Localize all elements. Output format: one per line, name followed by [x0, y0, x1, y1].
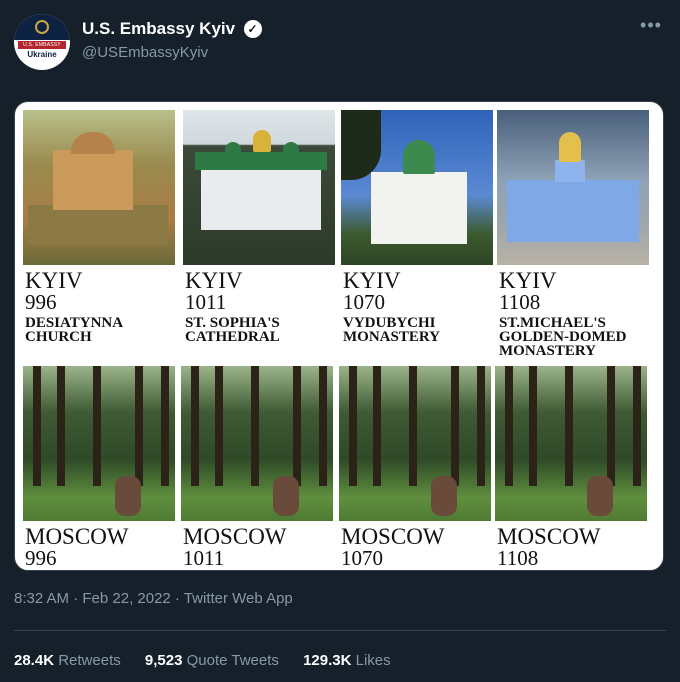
stat-label: Retweets [58, 652, 121, 669]
display-name[interactable]: U.S. Embassy Kyiv [82, 18, 235, 40]
seal-icon [14, 14, 70, 40]
caption-year: 996 [25, 546, 57, 570]
caption-year: 1108 [499, 290, 541, 314]
caption-name: ST. SOPHIA'S CATHEDRAL [185, 315, 280, 345]
stat-label: Likes [355, 652, 391, 669]
caption-name: VYDUBYCHI MONASTERY [343, 315, 440, 345]
caption-city: MOSCOW [25, 524, 129, 549]
caption-name: DESIATYNNA CHURCH [25, 315, 124, 345]
st-michael-photo [497, 110, 649, 265]
avatar-ribbon-text: U.S. EMBASSY [18, 41, 66, 49]
likes-stat[interactable]: 129.3K Likes [303, 651, 391, 671]
caption-year: 1011 [183, 546, 225, 570]
stat-label: Quote Tweets [186, 652, 279, 669]
forest-photo [495, 366, 647, 521]
forest-photo [23, 366, 175, 521]
avatar-country-text: Ukraine [27, 50, 57, 59]
caption-name: ST.MICHAEL'S GOLDEN-DOMED MONASTERY [499, 315, 627, 359]
caption-city: KYIV [343, 268, 401, 293]
tweet-image[interactable]: KYIV 996 DESIATYNNA CHURCH KYIV 1011 ST.… [14, 101, 664, 571]
handle[interactable]: @USEmbassyKyiv [82, 42, 262, 64]
tweet-header: U.S. EMBASSY Ukraine U.S. Embassy Kyiv ✓… [14, 14, 666, 74]
author-names: U.S. Embassy Kyiv ✓ @USEmbassyKyiv [82, 18, 262, 64]
stat-value: 129.3K [303, 652, 352, 669]
tweet-stats: 28.4K Retweets 9,523 Quote Tweets 129.3K… [14, 651, 411, 671]
forest-photo [181, 366, 333, 521]
quote-tweets-stat[interactable]: 9,523 Quote Tweets [145, 651, 279, 671]
caption-city: KYIV [185, 268, 243, 293]
caption-city: KYIV [499, 268, 557, 293]
caption-city: MOSCOW [341, 524, 445, 549]
caption-year: 1070 [343, 290, 385, 314]
caption-city: MOSCOW [497, 524, 601, 549]
tweet-timestamp[interactable]: 8:32 AM · Feb 22, 2022 · Twitter Web App [14, 590, 293, 607]
caption-year: 1070 [341, 546, 383, 570]
vydubychi-photo [341, 110, 493, 265]
caption-city: KYIV [25, 268, 83, 293]
caption-year: 1108 [497, 546, 539, 570]
st-sophia-photo [183, 110, 335, 265]
divider [14, 630, 666, 631]
forest-photo [339, 366, 491, 521]
verified-badge-icon: ✓ [243, 20, 262, 38]
stat-value: 28.4K [14, 652, 55, 669]
caption-year: 1011 [185, 290, 227, 314]
caption-year: 996 [25, 290, 57, 314]
stat-value: 9,523 [144, 652, 183, 669]
more-icon[interactable]: ••• [636, 14, 666, 44]
caption-city: MOSCOW [183, 524, 287, 549]
avatar[interactable]: U.S. EMBASSY Ukraine [14, 14, 70, 70]
retweets-stat[interactable]: 28.4K Retweets [14, 651, 121, 671]
desiatynna-church-photo [23, 110, 175, 265]
